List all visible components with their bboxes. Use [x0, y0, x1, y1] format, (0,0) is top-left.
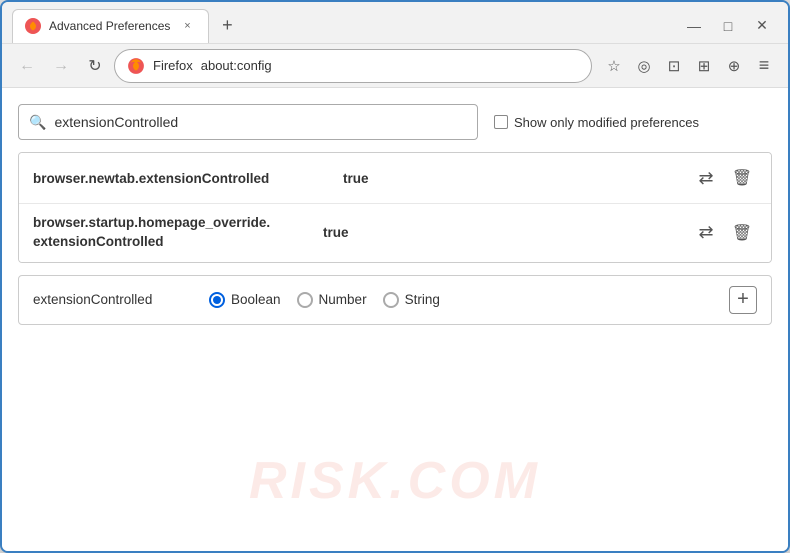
watermark: RISK.COM [249, 451, 541, 511]
trash-icon: 🗑 [732, 168, 752, 188]
swap-button-2[interactable]: ⇄ [691, 218, 721, 248]
swap-icon: ⇄ [698, 168, 713, 189]
back-button[interactable]: ← [12, 51, 42, 81]
search-row: 🔍 Show only modified preferences [18, 104, 772, 140]
forward-button[interactable]: → [46, 51, 76, 81]
reload-button[interactable]: ↻ [80, 51, 110, 81]
swap-button-1[interactable]: ⇄ [691, 163, 721, 193]
bookmark-icon[interactable]: ☆ [600, 52, 628, 80]
pref-search-box[interactable]: 🔍 [18, 104, 478, 140]
pref-value-1: true [343, 171, 681, 186]
extensions-icon[interactable]: ⊞ [690, 52, 718, 80]
trash-icon-2: 🗑 [732, 223, 752, 243]
browser-window: Advanced Preferences × + — □ ✕ ← → ↻ Fir… [0, 0, 790, 553]
browser-name-label: Firefox [153, 58, 193, 73]
show-modified-option[interactable]: Show only modified preferences [494, 115, 699, 130]
pocket-icon[interactable]: ◎ [630, 52, 658, 80]
pref-name-2-line2: extensionControlled [33, 234, 164, 249]
address-bar[interactable]: Firefox about:config [114, 49, 592, 83]
add-preference-button[interactable]: + [729, 286, 757, 314]
radio-boolean-label: Boolean [231, 292, 281, 307]
radio-string-label: String [405, 292, 440, 307]
search-input[interactable] [54, 114, 467, 130]
nav-icons: ☆ ◎ ⊡ ⊞ ⊕ ≡ [600, 52, 778, 80]
new-pref-name: extensionControlled [33, 292, 193, 307]
radio-string-circle [383, 292, 399, 308]
maximize-button[interactable]: □ [712, 12, 744, 40]
search-icon: 🔍 [29, 114, 46, 131]
title-bar: Advanced Preferences × + — □ ✕ [2, 2, 788, 44]
radio-boolean[interactable]: Boolean [209, 292, 281, 308]
radio-number-label: Number [319, 292, 367, 307]
delete-button-2[interactable]: 🗑 [727, 218, 757, 248]
address-text: about:config [201, 58, 579, 73]
pref-name-1: browser.newtab.extensionControlled [33, 171, 333, 186]
delete-button-1[interactable]: 🗑 [727, 163, 757, 193]
page-content: RISK.COM 🔍 Show only modified preference… [2, 88, 788, 551]
screenshot-icon[interactable]: ⊡ [660, 52, 688, 80]
tab-close-button[interactable]: × [178, 17, 196, 35]
menu-button[interactable]: ≡ [750, 52, 778, 80]
tab-title: Advanced Preferences [49, 19, 170, 33]
radio-boolean-circle [209, 292, 225, 308]
radio-number[interactable]: Number [297, 292, 367, 308]
row-actions-1: ⇄ 🗑 [691, 163, 757, 193]
swap-icon-2: ⇄ [698, 222, 713, 243]
new-pref-row: extensionControlled Boolean Number Strin… [18, 275, 772, 325]
row-actions-2: ⇄ 🗑 [691, 218, 757, 248]
type-radio-group: Boolean Number String [209, 292, 713, 308]
show-modified-label: Show only modified preferences [514, 115, 699, 130]
show-modified-checkbox[interactable] [494, 115, 508, 129]
firefox-logo-icon [127, 57, 145, 75]
nav-bar: ← → ↻ Firefox about:config ☆ ◎ ⊡ ⊞ ⊕ ≡ [2, 44, 788, 88]
radio-number-circle [297, 292, 313, 308]
window-controls: — □ ✕ [678, 12, 778, 40]
table-row: browser.newtab.extensionControlled true … [19, 153, 771, 204]
tab-favicon [25, 18, 41, 34]
pref-name-2: browser.startup.homepage_override. exten… [33, 214, 313, 252]
results-table: browser.newtab.extensionControlled true … [18, 152, 772, 263]
minimize-button[interactable]: — [678, 12, 710, 40]
radio-boolean-dot [213, 296, 221, 304]
table-row: browser.startup.homepage_override. exten… [19, 204, 771, 262]
radio-string[interactable]: String [383, 292, 440, 308]
browser-tab[interactable]: Advanced Preferences × [12, 9, 209, 43]
close-button[interactable]: ✕ [746, 12, 778, 40]
new-tab-button[interactable]: + [213, 12, 241, 40]
pref-value-2: true [323, 225, 681, 240]
account-icon[interactable]: ⊕ [720, 52, 748, 80]
pref-name-2-line1: browser.startup.homepage_override. [33, 215, 270, 230]
